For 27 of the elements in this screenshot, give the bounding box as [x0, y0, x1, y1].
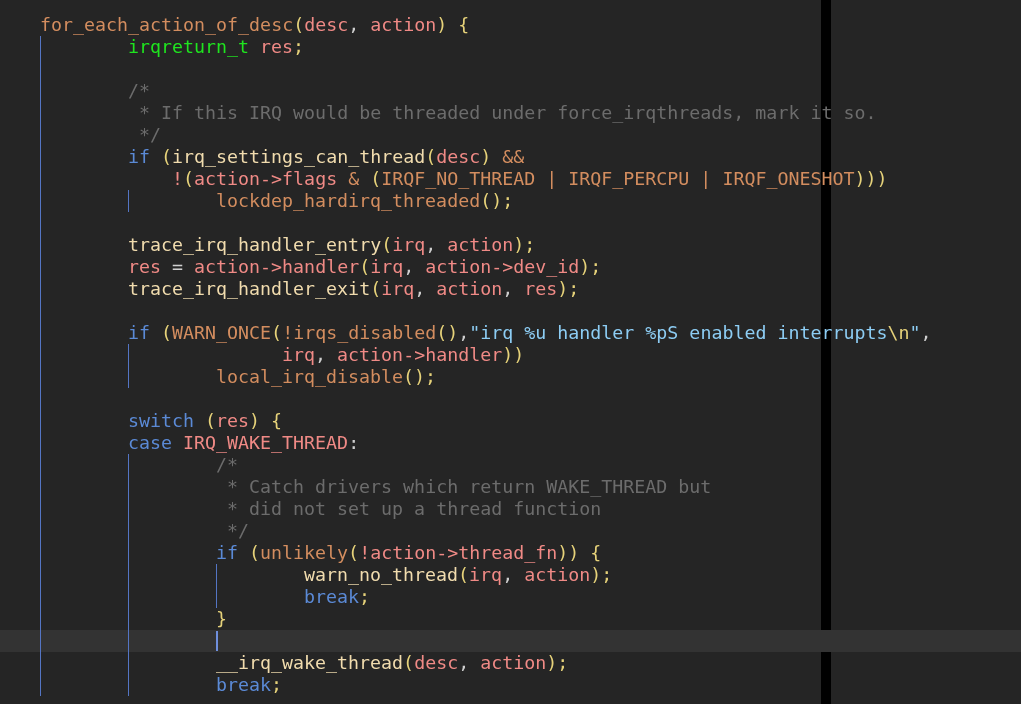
code-line: break;	[304, 586, 371, 608]
code-line: if (WARN_ONCE(!irqs_disabled(),"irq %u handler %pS enabled interrupts\n",	[128, 322, 932, 344]
code-line: break;	[216, 674, 283, 696]
code-line: irqreturn_t res;	[128, 36, 305, 58]
code-line: trace_irq_handler_exit(irq, action, res);	[128, 278, 580, 300]
code-line: }	[216, 608, 227, 630]
code-line: * If this IRQ would be threaded under force_irqthreads, mark it so.	[139, 102, 877, 124]
code-line: __irq_wake_thread(desc, action);	[216, 652, 569, 674]
code-line: local_irq_disable();	[216, 366, 437, 388]
code-line: trace_irq_handler_entry(irq, action);	[128, 234, 536, 256]
text-cursor	[216, 631, 218, 651]
code-line: res = action->handler(irq, action->dev_id);	[128, 256, 602, 278]
code-line: * did not set up a thread function	[227, 498, 602, 520]
code-line: lockdep_hardirq_threaded();	[216, 190, 514, 212]
code-line: if (irq_settings_can_thread(desc) &&	[128, 146, 525, 168]
code-line: for_each_action_of_desc(desc, action) {	[40, 14, 470, 36]
code-line: warn_no_thread(irq, action);	[304, 564, 613, 586]
code-line: /*	[128, 80, 150, 102]
code-line: case IRQ_WAKE_THREAD:	[128, 432, 360, 454]
code-line: !(action->flags & (IRQF_NO_THREAD | IRQF_PERCPU | IRQF_ONESHOT)))	[172, 168, 888, 190]
code-line: */	[227, 520, 250, 542]
code-line: switch (res) {	[128, 410, 283, 432]
code-line: irq, action->handler))	[282, 344, 525, 366]
code-line: /*	[216, 454, 238, 476]
code-line: */	[139, 124, 162, 146]
code-line: if (unlikely(!action->thread_fn)) {	[216, 542, 602, 564]
code-line: * Catch drivers which return WAKE_THREAD but	[227, 476, 712, 498]
